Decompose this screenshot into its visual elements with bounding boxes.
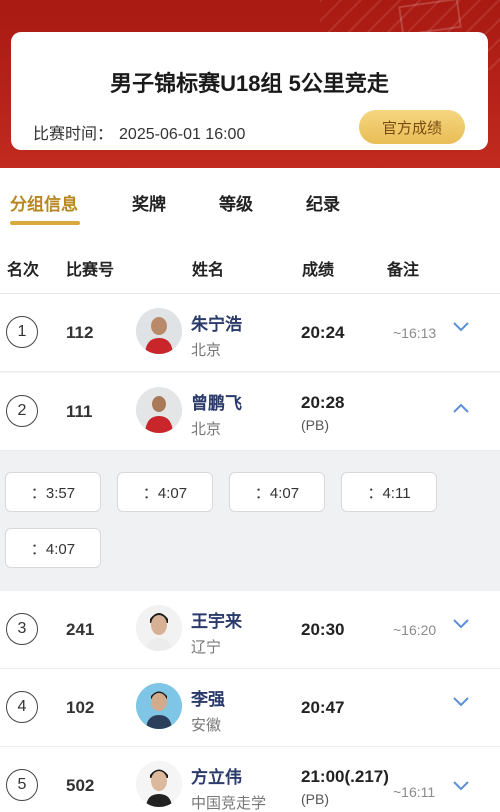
athlete-province: 北京 xyxy=(191,421,222,438)
rank-badge: 4 xyxy=(6,691,38,723)
avatar xyxy=(136,387,182,433)
note-value: ~16:13 xyxy=(393,325,437,341)
rank-badge: 5 xyxy=(6,769,38,801)
athlete-name: 曾鹏飞 xyxy=(191,394,242,413)
active-tab-indicator xyxy=(10,221,80,225)
athlete-province: 北京 xyxy=(191,342,222,359)
split-chip: ：4:07 xyxy=(117,472,213,512)
tab-records[interactable]: 纪录 xyxy=(306,190,340,215)
bib-number: 112 xyxy=(66,323,94,342)
tab-group-info[interactable]: 分组信息 xyxy=(10,190,78,215)
tab-levels[interactable]: 等级 xyxy=(219,190,253,215)
event-info-card: 男子锦标赛U18组 5公里竞走 比赛时间： 2025-06-01 16:00 官方… xyxy=(11,32,488,150)
table-header: 名次 比赛号 姓名 成绩 备注 xyxy=(0,238,500,294)
table-row[interactable]: 5 502 方立伟 中国竞走学 21:00(.217) (PB) ~16:11 xyxy=(0,747,500,812)
event-time-value: 2025-06-01 16:00 xyxy=(119,126,246,143)
result-time: 20:47 xyxy=(301,698,345,717)
column-name: 姓名 xyxy=(192,262,225,279)
table-row[interactable]: 1 112 朱宁浩 北京 20:24 ~16:13 xyxy=(0,294,500,372)
rank-badge: 1 xyxy=(6,316,38,348)
athlete-name: 李强 xyxy=(191,690,225,709)
athlete-province: 中国竞走学 xyxy=(191,795,267,812)
bib-number: 502 xyxy=(66,776,95,795)
split-chip: ：4:07 xyxy=(5,528,101,568)
tab-bar: 分组信息 奖牌 等级 纪录 xyxy=(0,168,500,238)
splits-panel: ：3:57 ：4:07 ：4:07 ：4:11 ：4:07 xyxy=(0,451,500,591)
result-time: 21:00(.217) xyxy=(301,767,389,786)
athlete-name: 朱宁浩 xyxy=(191,315,242,334)
table-row[interactable]: 3 241 王宇来 辽宁 20:30 ~16:20 xyxy=(0,591,500,669)
avatar xyxy=(136,308,182,354)
chevron-down-icon[interactable] xyxy=(451,780,471,794)
chevron-down-icon[interactable] xyxy=(451,618,471,632)
column-note: 备注 xyxy=(387,262,420,279)
split-chip: ：3:57 xyxy=(5,472,101,512)
pb-marker: (PB) xyxy=(301,417,329,433)
table-row[interactable]: 2 111 曾鹏飞 北京 20:28 (PB) xyxy=(0,373,500,451)
avatar xyxy=(136,761,182,807)
column-bib: 比赛号 xyxy=(66,262,115,279)
bib-number: 102 xyxy=(66,698,95,717)
pb-marker: (PB) xyxy=(301,791,329,807)
result-time: 20:24 xyxy=(301,323,345,342)
event-time: 比赛时间： 2025-06-01 16:00 xyxy=(33,120,245,144)
athlete-name: 王宇来 xyxy=(191,612,242,631)
split-chip: ：4:11 xyxy=(341,472,437,512)
chevron-down-icon[interactable] xyxy=(451,696,471,710)
athlete-province: 辽宁 xyxy=(191,639,222,656)
note-value: ~16:20 xyxy=(393,622,437,638)
result-time: 20:28 xyxy=(301,393,345,412)
chevron-down-icon[interactable] xyxy=(451,321,471,335)
official-results-button[interactable]: 官方成绩 xyxy=(359,110,465,144)
column-rank: 名次 xyxy=(7,262,40,279)
tab-medals[interactable]: 奖牌 xyxy=(132,190,166,215)
event-time-label: 比赛时间： xyxy=(33,126,114,143)
table-row[interactable]: 4 102 李强 安徽 20:47 xyxy=(0,669,500,747)
column-result: 成绩 xyxy=(302,262,335,279)
result-time: 20:30 xyxy=(301,620,345,639)
rank-badge: 2 xyxy=(6,395,38,427)
avatar xyxy=(136,683,182,729)
note-value: ~16:11 xyxy=(393,784,436,800)
avatar xyxy=(136,605,182,651)
athlete-name: 方立伟 xyxy=(191,768,242,787)
athlete-province: 安徽 xyxy=(191,717,222,734)
chevron-up-icon[interactable] xyxy=(451,400,471,414)
bib-number: 241 xyxy=(66,620,95,639)
bib-number: 111 xyxy=(66,402,93,421)
event-title: 男子锦标赛U18组 5公里竞走 xyxy=(110,71,389,96)
split-chip: ：4:07 xyxy=(229,472,325,512)
rank-badge: 3 xyxy=(6,613,38,645)
